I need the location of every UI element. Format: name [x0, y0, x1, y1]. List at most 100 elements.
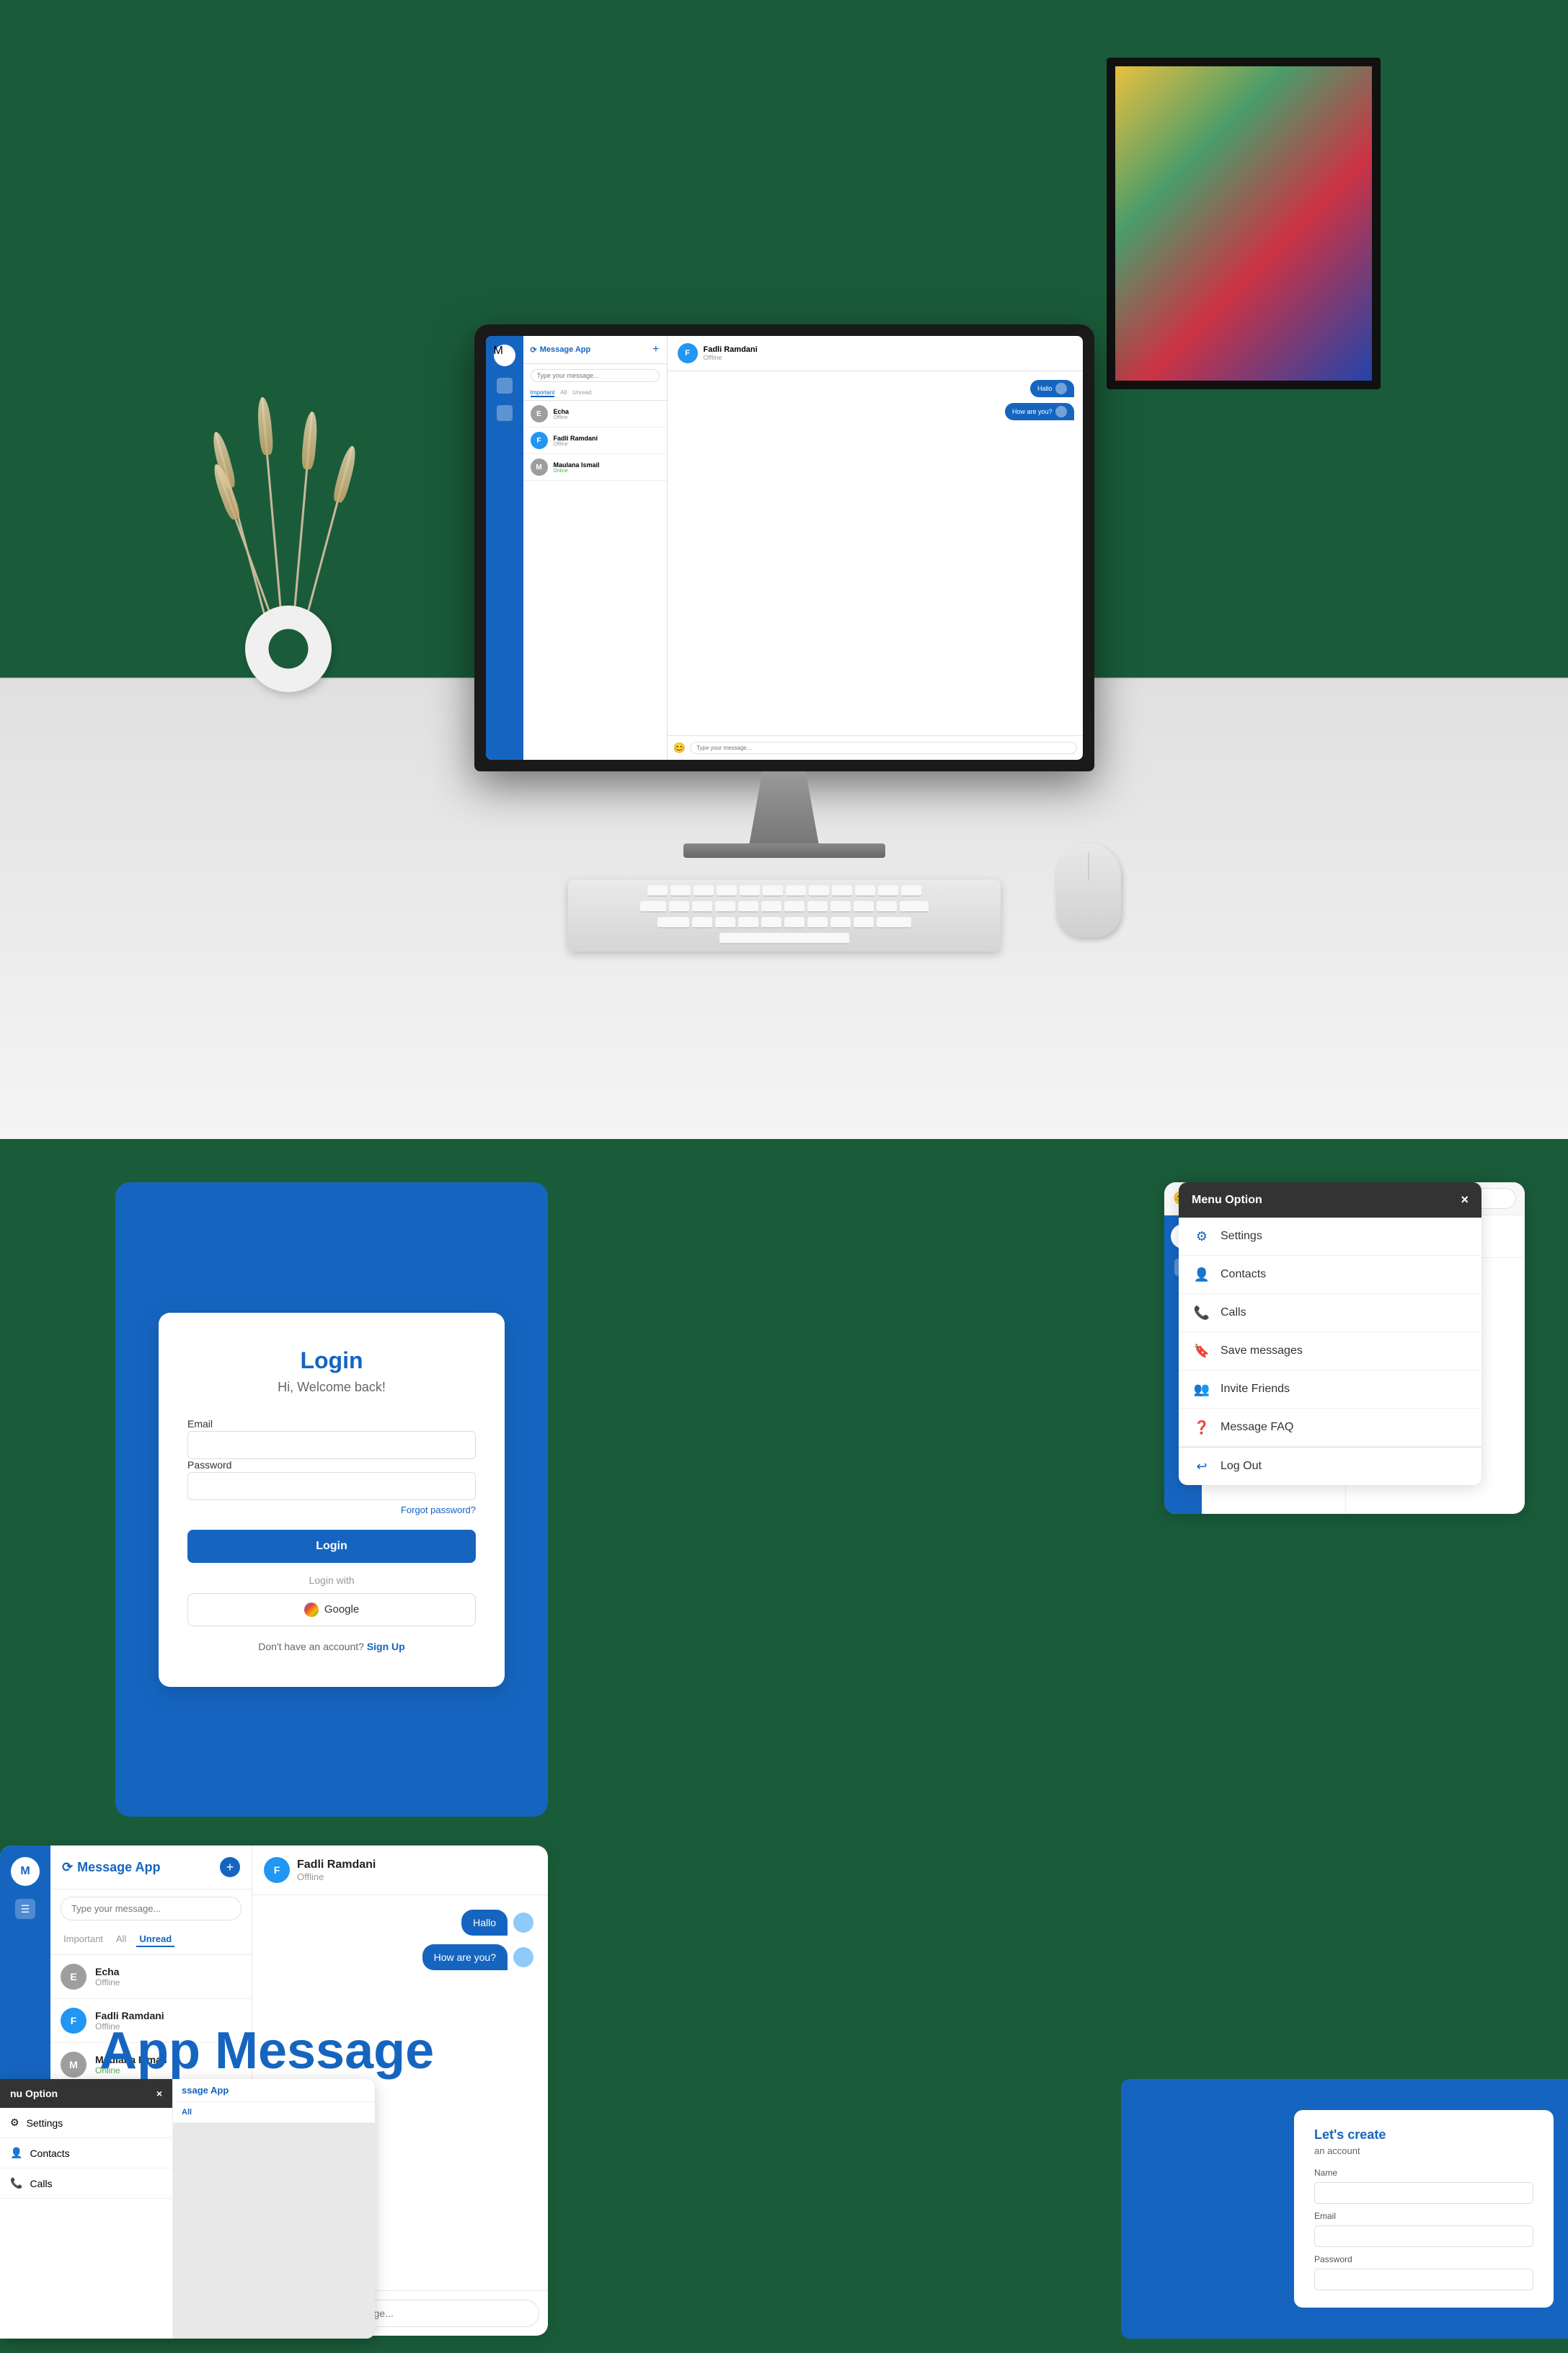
key	[877, 917, 911, 929]
contact-item-echa[interactable]: E Echa Offline	[50, 1955, 252, 1999]
mini-search-input[interactable]	[531, 369, 660, 382]
partial-menu-contacts[interactable]: 👤 Contacts	[0, 2138, 172, 2168]
desk-scene: M ⟳ Message App +	[0, 0, 1568, 1139]
mini-contact-fadli[interactable]: F Fadli Ramdani Offline	[523, 427, 667, 454]
active-chat-user-info: Fadli Ramdani Offline	[297, 1858, 376, 1882]
menu-item-faq[interactable]: ❓ Message FAQ	[1179, 1409, 1481, 1447]
register-name-input[interactable]	[1314, 2182, 1533, 2204]
password-input[interactable]	[187, 1472, 476, 1500]
logout-icon: ↩	[1193, 1458, 1210, 1475]
mini-contact-echa[interactable]: E Echa Offline	[523, 401, 667, 427]
key	[669, 901, 689, 913]
monitor-stand	[741, 771, 828, 843]
key	[717, 885, 737, 897]
key	[715, 917, 735, 929]
mini-bubble-howareyou: How are you?	[1005, 403, 1074, 420]
key	[715, 901, 735, 913]
partial-menu-calls[interactable]: 📞 Calls	[0, 2168, 172, 2199]
login-button[interactable]: Login	[187, 1530, 476, 1563]
key	[877, 901, 897, 913]
app-user-avatar: M	[11, 1857, 40, 1886]
key	[692, 901, 712, 913]
key	[832, 885, 852, 897]
space-key	[719, 933, 849, 944]
settings-icon: ⚙	[1193, 1228, 1210, 1245]
menu-item-calls[interactable]: 📞 Calls	[1179, 1294, 1481, 1332]
menu-invite-friends-label: Invite Friends	[1221, 1383, 1290, 1396]
register-email-input[interactable]	[1314, 2225, 1533, 2247]
partial-menu-settings[interactable]: ⚙ Settings	[0, 2108, 172, 2138]
mini-contact-name-maulana: Maulana Ismail	[554, 461, 660, 469]
monitor-base	[683, 843, 885, 858]
key	[854, 901, 874, 913]
mini-tab-important[interactable]: Important	[531, 389, 555, 397]
forgot-password-link[interactable]: Forgot password?	[187, 1505, 476, 1515]
mini-tab-all[interactable]: All	[560, 389, 567, 397]
login-subtitle: Hi, Welcome back!	[187, 1380, 476, 1395]
mini-nav-icon-1	[497, 378, 513, 394]
register-password-label: Password	[1314, 2254, 1352, 2264]
vase	[245, 606, 332, 692]
mini-emoji-icon[interactable]: 😊	[673, 742, 686, 754]
mini-chat-user-info: Fadli Ramdani Offline	[704, 345, 758, 361]
partial-menu-close[interactable]: ×	[156, 2088, 162, 2099]
mini-contact-status-fadli: Offline	[554, 442, 660, 447]
mini-add-btn[interactable]: +	[652, 343, 659, 356]
key	[692, 917, 712, 929]
mini-chat-header: F Fadli Ramdani Offline	[668, 336, 1083, 371]
menu-logout-label: Log Out	[1221, 1460, 1262, 1473]
app-header: ⟳ Message App +	[50, 1845, 252, 1889]
key	[694, 885, 714, 897]
vase-container	[245, 606, 332, 692]
menu-option-title: Menu Option	[1192, 1194, 1262, 1207]
monitor: M ⟳ Message App +	[474, 324, 1094, 771]
bottom-section: Login Hi, Welcome back! Email Password F…	[0, 1139, 1568, 2353]
app-nav-icon-menu[interactable]: ☰	[15, 1899, 35, 1919]
key	[830, 901, 851, 913]
mini-contact-avatar-echa: E	[531, 405, 548, 422]
bottom-app-strip-left: nu Option × ⚙ Settings 👤 Contacts 📞 Call…	[0, 2079, 375, 2339]
menu-item-settings[interactable]: ⚙ Settings	[1179, 1218, 1481, 1256]
menu-logout-button[interactable]: ↩ Log Out	[1179, 1447, 1481, 1485]
signup-prompt: Don't have an account? Sign Up	[187, 1641, 476, 1652]
key	[807, 917, 828, 929]
register-card-snippet: Let's create an account Name Email Passw…	[1294, 2110, 1554, 2308]
menu-settings-label: Settings	[1221, 1230, 1262, 1243]
mini-message-input[interactable]	[690, 742, 1077, 754]
menu-close-button[interactable]: ×	[1461, 1192, 1469, 1207]
key	[854, 917, 874, 929]
signup-link[interactable]: Sign Up	[367, 1641, 405, 1652]
mini-user-avatar: M	[494, 345, 515, 366]
mini-contact-maulana[interactable]: M Maulana Ismail Online	[523, 454, 667, 481]
login-with-label: Login with	[187, 1574, 476, 1586]
mini-contact-name-fadli: Fadli Ramdani	[554, 435, 660, 442]
partial-menu-panel: nu Option × ⚙ Settings 👤 Contacts 📞 Call…	[0, 2079, 173, 2339]
email-input[interactable]	[187, 1431, 476, 1459]
tab-unread[interactable]: Unread	[136, 1932, 174, 1947]
contact-info-echa: Echa Offline	[95, 1966, 242, 1988]
partial-app-behind: ssage App All	[173, 2079, 375, 2339]
picture-frame	[1107, 58, 1381, 389]
menu-item-invite-friends[interactable]: 👥 Invite Friends	[1179, 1370, 1481, 1409]
mini-bubble-hallo: Hallo	[1030, 380, 1074, 397]
partial-calls-icon: 📞	[10, 2177, 22, 2189]
key	[855, 885, 875, 897]
key	[640, 901, 666, 913]
login-card: Login Hi, Welcome back! Email Password F…	[159, 1313, 505, 1687]
mini-contact-status-echa: Offline	[554, 415, 660, 420]
contact-search-input[interactable]	[61, 1897, 242, 1920]
tab-all[interactable]: All	[113, 1932, 129, 1947]
menu-item-save-messages[interactable]: 🔖 Save messages	[1179, 1332, 1481, 1370]
register-password-input[interactable]	[1314, 2269, 1533, 2290]
key	[761, 901, 781, 913]
mini-tab-unread[interactable]: Unread	[572, 389, 591, 397]
add-contact-button[interactable]: +	[220, 1857, 240, 1877]
key	[784, 901, 805, 913]
partial-menu-title: nu Option	[10, 2088, 58, 2099]
menu-calls-label: Calls	[1221, 1306, 1246, 1319]
tab-important[interactable]: Important	[61, 1932, 106, 1947]
contact-name-echa: Echa	[95, 1966, 242, 1977]
partial-tab-all[interactable]: All	[182, 2108, 192, 2117]
google-login-button[interactable]: Google	[187, 1593, 476, 1626]
menu-item-contacts[interactable]: 👤 Contacts	[1179, 1256, 1481, 1294]
